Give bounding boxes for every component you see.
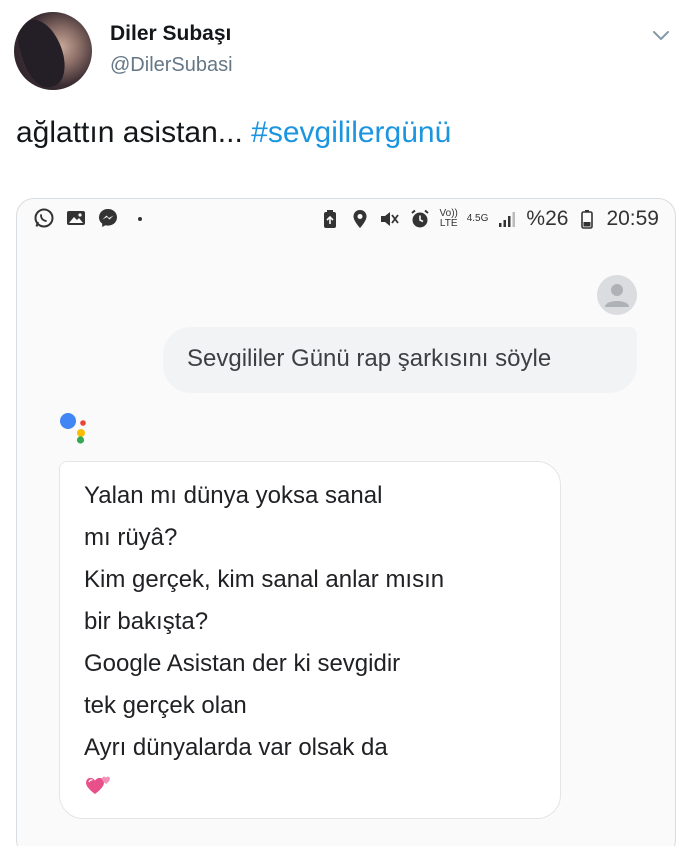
phone-status-bar: Vo)) LTE 4.5G %26 20:59	[17, 199, 675, 239]
tweet-header: Diler Subaşı @DilerSubasi	[14, 12, 676, 92]
chevron-down-icon[interactable]	[650, 24, 672, 46]
hashtag-link[interactable]: #sevgililergünü	[251, 116, 451, 149]
alarm-icon	[411, 209, 429, 228]
status-bar-left	[33, 207, 151, 229]
dot-icon	[138, 217, 142, 221]
gallery-icon	[67, 211, 85, 225]
user-query-bubble: Sevgililer Günü rap şarkısını söyle	[163, 327, 637, 393]
two-hearts-icon	[86, 776, 110, 794]
avatar[interactable]	[14, 12, 92, 90]
tweet-text: ağlattın asistan... #sevgililergünü	[16, 116, 451, 150]
user-handle[interactable]: @DilerSubasi	[110, 54, 233, 77]
battery-icon	[581, 210, 594, 229]
reply-line: Yalan mı dünya yoksa sanal	[84, 482, 383, 509]
person-avatar-icon	[597, 275, 637, 315]
location-icon	[353, 210, 367, 228]
tweet-media-image[interactable]: Vo)) LTE 4.5G %26 20:59 Sevgililer Günü …	[16, 198, 676, 846]
reply-line: Ayrı dünyalarda var olsak da	[84, 734, 388, 761]
assistant-reply-card: Yalan mı dünya yoksa sanal mı rüyâ? Kim …	[59, 461, 561, 819]
whatsapp-icon	[34, 208, 54, 228]
network-type-label: 4.5G	[466, 213, 489, 224]
volte-label: Vo)) LTE	[439, 208, 458, 229]
signal-icon	[499, 212, 516, 227]
reply-line: tek gerçek olan	[84, 692, 247, 719]
user-query-text: Sevgililer Günü rap şarkısını söyle	[187, 345, 552, 372]
status-bar-right: Vo)) LTE 4.5G %26 20:59	[319, 207, 659, 231]
mute-icon	[380, 212, 399, 226]
reply-line: mı rüyâ?	[84, 524, 178, 551]
clock-time: 20:59	[606, 207, 659, 230]
battery-saver-icon	[323, 210, 336, 228]
messenger-icon	[99, 209, 117, 227]
reply-line: bir bakışta?	[84, 608, 209, 635]
user-name[interactable]: Diler Subaşı	[110, 22, 231, 46]
reply-line: Kim gerçek, kim sanal anlar mısın	[84, 566, 445, 593]
google-assistant-logo-icon	[60, 413, 86, 444]
battery-percent: %26	[526, 207, 569, 230]
reply-line: Google Asistan der ki sevgidir	[84, 650, 401, 677]
tweet-text-plain: ağlattın asistan...	[16, 116, 252, 149]
